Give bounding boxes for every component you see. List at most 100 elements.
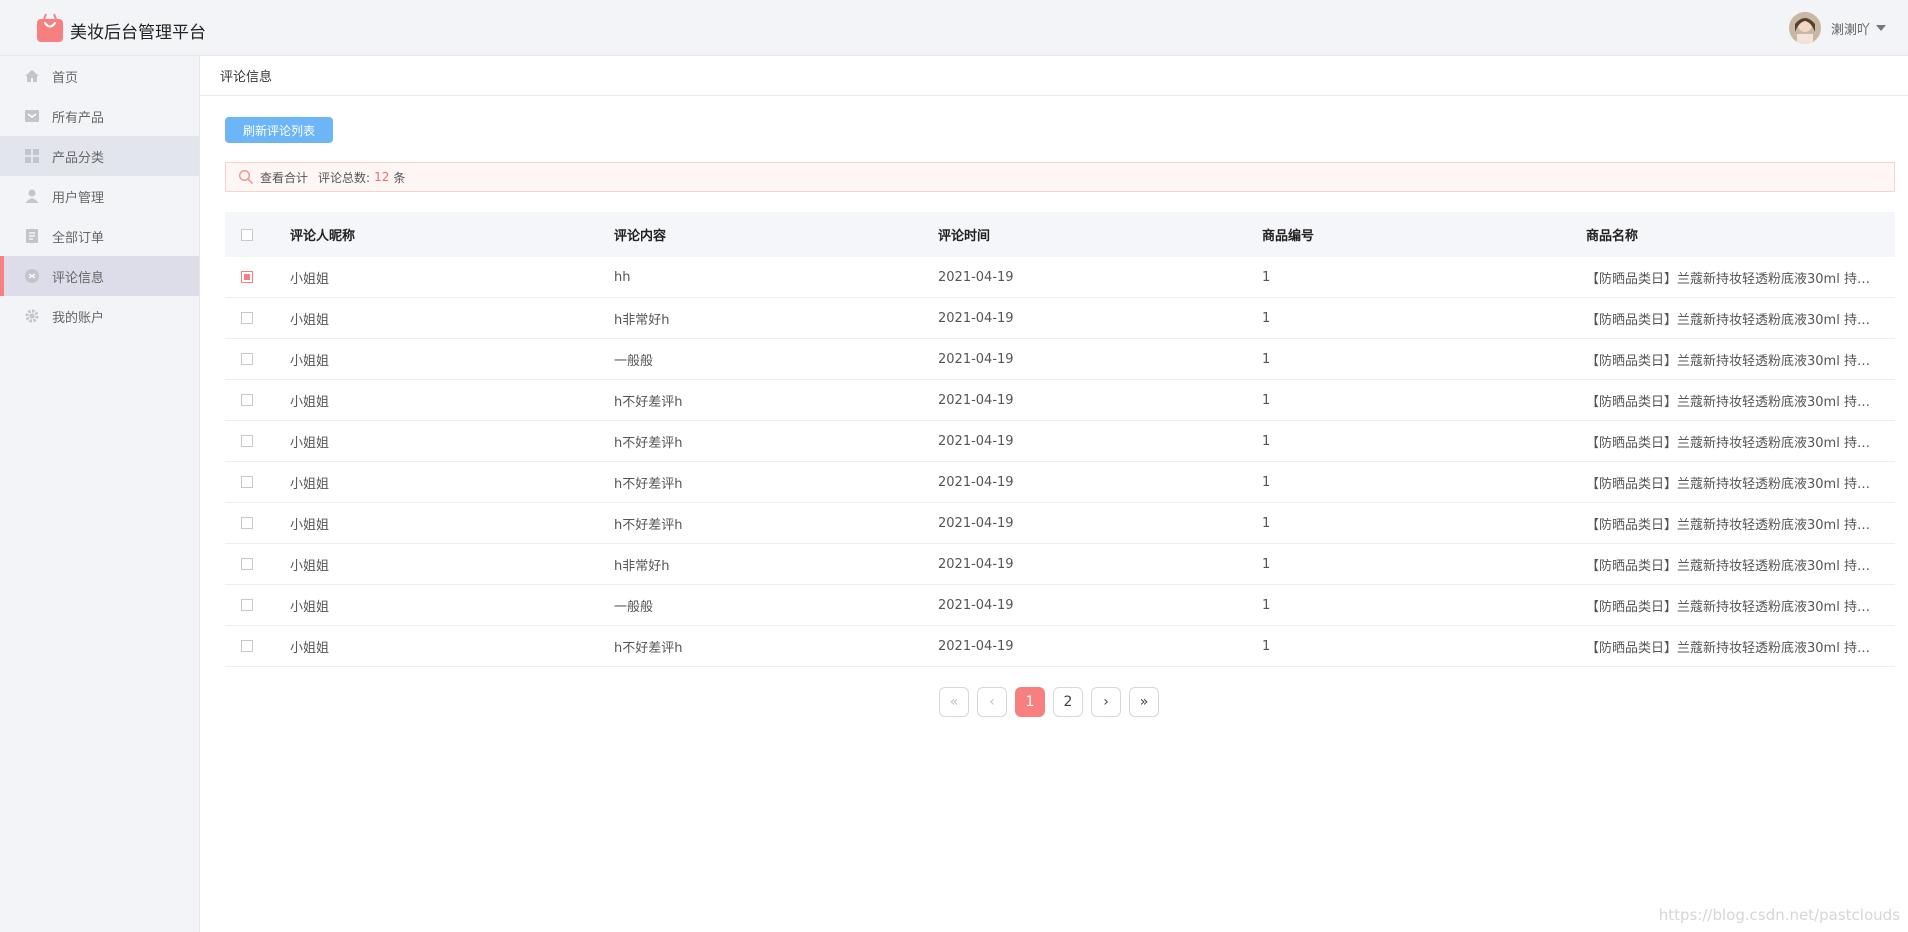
- cell-product-id: 1: [1262, 638, 1271, 654]
- page-button-1[interactable]: 1: [1015, 687, 1045, 717]
- column-header: 商品名称: [1586, 229, 1639, 244]
- row-checkbox[interactable]: [241, 599, 253, 611]
- cell-product-name: 【防晒品类日】兰蔻新持妆轻透粉底液30ml 持妆控油: [1586, 353, 1895, 369]
- sidebar-item-products[interactable]: 所有产品: [0, 96, 199, 136]
- row-checkbox[interactable]: [241, 435, 253, 447]
- cell-nickname: 小姐姐: [290, 353, 330, 369]
- user-name[interactable]: 溂溂吖: [1831, 19, 1870, 38]
- table-row[interactable]: 小姐姐 一般般 2021-04-19 1 【防晒品类日】兰蔻新持妆轻透粉底液30…: [225, 585, 1895, 626]
- cell-time: 2021-04-19: [938, 392, 1014, 408]
- avatar[interactable]: [1788, 12, 1821, 44]
- cell-product-id: 1: [1262, 556, 1271, 572]
- refresh-comments-button[interactable]: 刷新评论列表: [225, 117, 333, 143]
- search-icon: [238, 169, 254, 185]
- summary-bar: 查看合计 评论总数: 12 条: [225, 162, 1895, 192]
- row-checkbox[interactable]: [241, 271, 253, 283]
- column-header: 评论内容: [614, 229, 667, 244]
- cell-time: 2021-04-19: [938, 310, 1014, 326]
- cell-product-id: 1: [1262, 351, 1271, 367]
- sidebar-item-label: 全部订单: [52, 230, 105, 246]
- first-page-button[interactable]: «: [939, 687, 969, 717]
- table-row[interactable]: 小姐姐 hh 2021-04-19 1 【防晒品类日】兰蔻新持妆轻透粉底液30m…: [225, 257, 1895, 298]
- next-page-button[interactable]: ›: [1091, 687, 1121, 717]
- cell-product-name: 【防晒品类日】兰蔻新持妆轻透粉底液30ml 持妆控油: [1586, 517, 1895, 533]
- cell-content: 一般般: [614, 599, 654, 615]
- watermark: https://blog.csdn.net/pastclouds: [1658, 906, 1900, 924]
- row-checkbox[interactable]: [241, 312, 253, 324]
- cell-nickname: 小姐姐: [290, 394, 330, 410]
- cell-product-name: 【防晒品类日】兰蔻新持妆轻透粉底液30ml 持妆控油: [1586, 312, 1895, 328]
- main-content: 评论信息 刷新评论列表 查看合计 评论总数: 12 条 评论人昵称 评论内容 评…: [200, 56, 1908, 932]
- sidebar-item-categories[interactable]: 产品分类: [0, 136, 199, 176]
- cell-nickname: 小姐姐: [290, 312, 330, 328]
- table-row[interactable]: 小姐姐 一般般 2021-04-19 1 【防晒品类日】兰蔻新持妆轻透粉底液30…: [225, 339, 1895, 380]
- cell-time: 2021-04-19: [938, 433, 1014, 449]
- row-checkbox[interactable]: [241, 394, 253, 406]
- cell-time: 2021-04-19: [938, 556, 1014, 572]
- cell-product-name: 【防晒品类日】兰蔻新持妆轻透粉底液30ml 持妆控油: [1586, 271, 1895, 287]
- table-row[interactable]: 小姐姐 h非常好h 2021-04-19 1 【防晒品类日】兰蔻新持妆轻透粉底液…: [225, 298, 1895, 339]
- sidebar-item-orders[interactable]: 全部订单: [0, 216, 199, 256]
- cell-product-name: 【防晒品类日】兰蔻新持妆轻透粉底液30ml 持妆控油: [1586, 394, 1895, 410]
- table-row[interactable]: 小姐姐 h不好差评h 2021-04-19 1 【防晒品类日】兰蔻新持妆轻透粉底…: [225, 380, 1895, 421]
- table-row[interactable]: 小姐姐 h非常好h 2021-04-19 1 【防晒品类日】兰蔻新持妆轻透粉底液…: [225, 544, 1895, 585]
- cell-time: 2021-04-19: [938, 351, 1014, 367]
- sidebar-item-users[interactable]: 用户管理: [0, 176, 199, 216]
- row-checkbox[interactable]: [241, 353, 253, 365]
- table-row[interactable]: 小姐姐 h不好差评h 2021-04-19 1 【防晒品类日】兰蔻新持妆轻透粉底…: [225, 626, 1895, 667]
- cell-content: h不好差评h: [614, 476, 683, 492]
- row-checkbox[interactable]: [241, 517, 253, 529]
- cell-product-name: 【防晒品类日】兰蔻新持妆轻透粉底液30ml 持妆控油: [1586, 476, 1895, 492]
- order-icon: [26, 229, 38, 243]
- cell-product-id: 1: [1262, 433, 1271, 449]
- last-page-button[interactable]: »: [1129, 687, 1159, 717]
- table-row[interactable]: 小姐姐 h不好差评h 2021-04-19 1 【防晒品类日】兰蔻新持妆轻透粉底…: [225, 421, 1895, 462]
- user-menu[interactable]: 溂溂吖: [1788, 11, 1886, 45]
- sidebar-item-label: 评论信息: [52, 270, 105, 286]
- sidebar-item-home[interactable]: 首页: [0, 56, 199, 96]
- chevron-down-icon[interactable]: [1876, 25, 1886, 31]
- select-all-checkbox[interactable]: [241, 228, 253, 241]
- cell-content: hh: [614, 269, 631, 285]
- cell-product-id: 1: [1262, 597, 1271, 613]
- cell-content: h不好差评h: [614, 640, 683, 656]
- total-unit: 条: [393, 170, 406, 185]
- cell-time: 2021-04-19: [938, 269, 1014, 285]
- cell-content: h不好差评h: [614, 517, 683, 533]
- column-header: 评论时间: [938, 229, 991, 244]
- column-header: 商品编号: [1262, 229, 1315, 244]
- comment-icon: [25, 269, 39, 283]
- table-header: 评论人昵称 评论内容 评论时间 商品编号 商品名称: [225, 212, 1895, 257]
- sidebar-item-label: 产品分类: [52, 150, 105, 166]
- sidebar-item-account[interactable]: 我的账户: [0, 296, 199, 336]
- row-checkbox[interactable]: [241, 558, 253, 570]
- page-button-2[interactable]: 2: [1053, 687, 1083, 717]
- cell-content: 一般般: [614, 353, 654, 369]
- sidebar: 首页 所有产品 产品分类 用户管理 全部订单 评论信息 我的账户: [0, 56, 200, 932]
- cell-product-name: 【防晒品类日】兰蔻新持妆轻透粉底液30ml 持妆控油: [1586, 599, 1895, 615]
- prev-page-button[interactable]: ‹: [977, 687, 1007, 717]
- cell-nickname: 小姐姐: [290, 517, 330, 533]
- pagination: « ‹ 1 2 › »: [939, 687, 1167, 717]
- home-icon: [25, 70, 39, 82]
- cell-nickname: 小姐姐: [290, 640, 330, 656]
- cell-product-id: 1: [1262, 474, 1271, 490]
- cell-time: 2021-04-19: [938, 474, 1014, 490]
- cell-time: 2021-04-19: [938, 597, 1014, 613]
- sidebar-item-label: 用户管理: [52, 190, 105, 206]
- cell-content: h非常好h: [614, 312, 670, 328]
- cell-nickname: 小姐姐: [290, 271, 330, 287]
- sidebar-item-label: 首页: [52, 70, 79, 86]
- table-row[interactable]: 小姐姐 h不好差评h 2021-04-19 1 【防晒品类日】兰蔻新持妆轻透粉底…: [225, 503, 1895, 544]
- row-checkbox[interactable]: [241, 640, 253, 652]
- user-icon: [25, 189, 39, 203]
- table-row[interactable]: 小姐姐 h不好差评h 2021-04-19 1 【防晒品类日】兰蔻新持妆轻透粉底…: [225, 462, 1895, 503]
- comments-table: 评论人昵称 评论内容 评论时间 商品编号 商品名称 小姐姐 hh 2021-04…: [225, 212, 1895, 667]
- product-icon: [25, 110, 39, 122]
- row-checkbox[interactable]: [241, 476, 253, 488]
- sidebar-item-comments[interactable]: 评论信息: [0, 256, 199, 296]
- cell-time: 2021-04-19: [938, 638, 1014, 654]
- total-count: 12: [374, 170, 390, 184]
- cell-product-id: 1: [1262, 269, 1271, 285]
- settings-icon: [25, 309, 39, 323]
